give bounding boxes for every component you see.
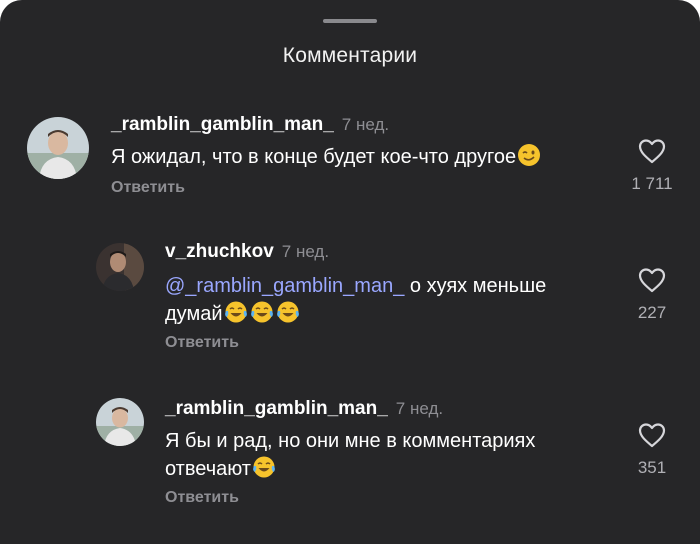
tears-of-joy-emoji [224, 301, 247, 323]
comment-time: 7 нед. [281, 242, 330, 261]
heart-outline-icon [638, 268, 666, 293]
comment-text: @_ramblin_gamblin_man_ о хуях меньше дум… [165, 273, 605, 328]
sheet-title: Комментарии [282, 44, 418, 67]
mention-link[interactable]: @_ramblin_gamblin_man_ [165, 275, 404, 297]
reply-button[interactable]: Ответить [165, 334, 239, 352]
wink-emoji [518, 144, 541, 166]
comment-time: 7 нед. [395, 399, 444, 418]
like-button[interactable]: 1 711 [622, 137, 682, 194]
comment-text: Я ожидал, что в конце будет кое-что друг… [111, 143, 611, 171]
reply-button[interactable]: Ответить [165, 489, 239, 507]
tears-of-joy-emoji [253, 456, 275, 478]
comment-time: 7 нед. [341, 115, 390, 134]
drag-handle[interactable] [323, 19, 377, 23]
avatar[interactable] [27, 117, 89, 179]
avatar[interactable] [96, 243, 144, 291]
like-count: 1 711 [631, 174, 673, 193]
heart-outline-icon [638, 139, 666, 164]
comment-author[interactable]: v_zhuchkov 7 нед. [165, 241, 329, 263]
comment-text: Я бы и рад, но они мне в комментариях от… [165, 428, 595, 483]
author-name: v_zhuchkov [165, 241, 274, 262]
tears-of-joy-emoji [250, 301, 273, 323]
author-name: _ramblin_gamblin_man_ [111, 114, 334, 135]
comment-author[interactable]: _ramblin_gamblin_man_ 7 нед. [165, 398, 443, 420]
comment-author[interactable]: _ramblin_gamblin_man_ 7 нед. [111, 114, 389, 136]
like-button[interactable]: 351 [622, 421, 682, 478]
like-button[interactable]: 227 [622, 266, 682, 323]
comment-body: Я бы и рад, но они мне в комментариях от… [165, 430, 536, 480]
reply-button[interactable]: Ответить [111, 179, 185, 197]
avatar[interactable] [96, 398, 144, 446]
like-count: 227 [637, 303, 667, 322]
tears-of-joy-emoji [276, 301, 299, 323]
comment-body: Я ожидал, что в конце будет кое-что друг… [111, 146, 517, 168]
like-count: 351 [637, 458, 667, 477]
heart-outline-icon [638, 423, 666, 448]
comments-sheet: Комментарии _ramblin_gamblin_man_ 7 нед. … [0, 0, 700, 544]
author-name: _ramblin_gamblin_man_ [165, 398, 388, 419]
